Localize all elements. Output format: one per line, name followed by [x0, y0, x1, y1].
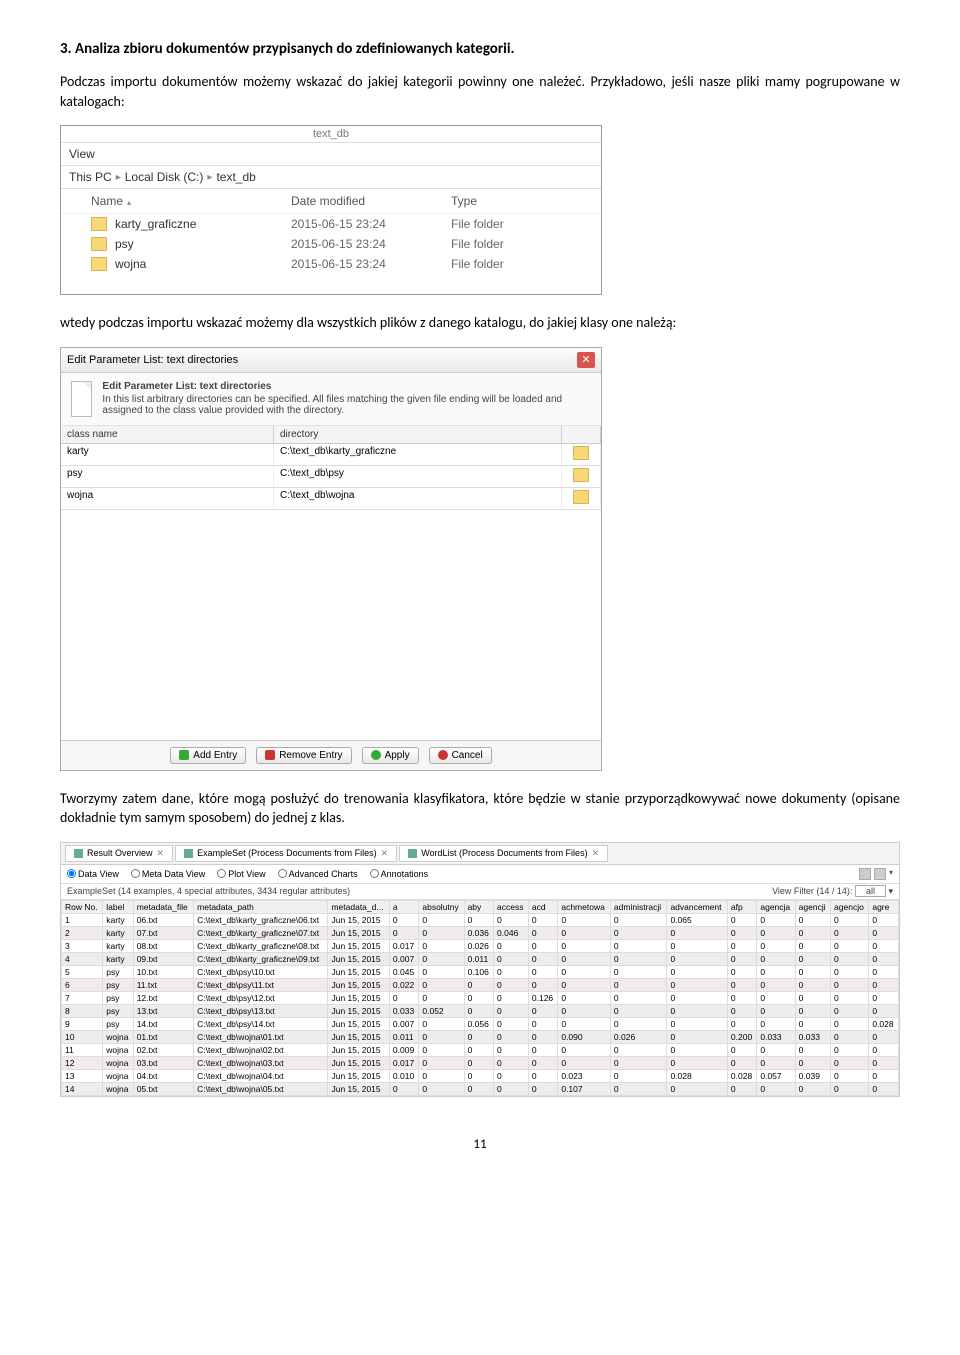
col-date[interactable]: Date modified [291, 194, 451, 208]
result-tabs[interactable]: Result Overview✕ ExampleSet (Process Doc… [61, 843, 899, 865]
view-filter[interactable]: View Filter (14 / 14): all ▾ [772, 886, 893, 897]
col-header[interactable]: agre [869, 900, 899, 913]
section-heading: 3. Analiza zbioru dokumentów przypisanyc… [60, 40, 900, 58]
table-row[interactable]: 8psy13.txtC:\text_db\psy\13.txtJun 15, 2… [62, 1004, 899, 1017]
folder-icon[interactable] [573, 446, 589, 460]
check-icon [371, 750, 381, 760]
toolbar-icon[interactable] [874, 868, 886, 880]
folder-icon[interactable] [573, 490, 589, 504]
col-header[interactable]: access [494, 900, 529, 913]
breadcrumb[interactable]: This PC▸ Local Disk (C:)▸ text_db [61, 166, 601, 189]
crumb[interactable]: This PC [69, 170, 112, 184]
col-header[interactable]: agencji [795, 900, 830, 913]
result-screenshot: Result Overview✕ ExampleSet (Process Doc… [60, 842, 900, 1097]
exampleset-meta: ExampleSet (14 examples, 4 special attri… [67, 886, 350, 897]
table-row[interactable]: 7psy12.txtC:\text_db\psy\12.txtJun 15, 2… [62, 991, 899, 1004]
table-row[interactable]: 4karty09.txtC:\text_db\karty_graficzne\0… [62, 952, 899, 965]
dialog-infotext: Edit Parameter List: text directories In… [102, 381, 591, 417]
table-row[interactable]: 5psy10.txtC:\text_db\psy\10.txtJun 15, 2… [62, 965, 899, 978]
folder-icon[interactable] [573, 468, 589, 482]
param-row[interactable]: psyC:\text_db\psy [61, 466, 601, 488]
col-header[interactable]: acd [528, 900, 557, 913]
table-row[interactable]: 1karty06.txtC:\text_db\karty_graficzne\0… [62, 913, 899, 926]
menu-view[interactable]: View [61, 143, 601, 166]
paragraph-1: Podczas importu dokumentów możemy wskaza… [60, 72, 900, 111]
table-row[interactable]: 12wojna03.txtC:\text_db\wojna\03.txtJun … [62, 1056, 899, 1069]
apply-button[interactable]: Apply [362, 747, 419, 764]
table-row[interactable]: 13wojna04.txtC:\text_db\wojna\04.txtJun … [62, 1069, 899, 1082]
radio-advanced-charts[interactable]: Advanced Charts [278, 869, 358, 879]
col-type[interactable]: Type [451, 194, 551, 208]
table-row[interactable]: 14wojna05.txtC:\text_db\wojna\05.txtJun … [62, 1082, 899, 1095]
paragraph-3: Tworzymy zatem dane, które mogą posłużyć… [60, 789, 900, 828]
col-header[interactable]: metadata_path [194, 900, 328, 913]
col-header[interactable]: a [389, 900, 418, 913]
folder-row[interactable]: psy2015-06-15 23:24File folder [61, 234, 601, 254]
col-header[interactable]: afp [727, 900, 756, 913]
window-title: text_db [61, 126, 601, 143]
col-directory[interactable]: directory [274, 426, 562, 443]
table-row[interactable]: 2karty07.txtC:\text_db\karty_graficzne\0… [62, 926, 899, 939]
close-icon[interactable]: ✕ [577, 352, 595, 368]
tab-wordlist[interactable]: WordList (Process Documents from Files)✕ [399, 845, 608, 862]
param-row[interactable]: kartyC:\text_db\karty_graficzne [61, 444, 601, 466]
column-headers[interactable]: Name Date modified Type [61, 189, 601, 214]
table-row[interactable]: 11wojna02.txtC:\text_db\wojna\02.txtJun … [62, 1043, 899, 1056]
table-row[interactable]: 3karty08.txtC:\text_db\karty_graficzne\0… [62, 939, 899, 952]
table-icon [184, 849, 193, 858]
minus-icon [265, 750, 275, 760]
folder-icon [91, 257, 107, 271]
col-header[interactable]: label [103, 900, 133, 913]
chevron-down-icon[interactable]: ▾ [889, 868, 893, 880]
paragraph-2: wtedy podczas importu wskazać możemy dla… [60, 313, 900, 333]
dialog-title: Edit Parameter List: text directories [67, 354, 238, 366]
result-table: Row No.labelmetadata_filemetadata_pathme… [61, 900, 899, 1096]
x-icon [438, 750, 448, 760]
tab-result-overview[interactable]: Result Overview✕ [65, 845, 173, 862]
radio-plot-view[interactable]: Plot View [217, 869, 265, 879]
plus-icon [179, 750, 189, 760]
cancel-button[interactable]: Cancel [429, 747, 492, 764]
add-entry-button[interactable]: Add Entry [170, 747, 246, 764]
folder-icon [91, 237, 107, 251]
crumb[interactable]: text_db [216, 170, 255, 184]
col-header[interactable]: agencja [757, 900, 795, 913]
folder-row[interactable]: karty_graficzne2015-06-15 23:24File fold… [61, 214, 601, 234]
dialog-screenshot: Edit Parameter List: text directories ✕ … [60, 347, 602, 771]
document-icon [71, 381, 92, 417]
col-class-name[interactable]: class name [61, 426, 274, 443]
radio-meta-data-view[interactable]: Meta Data View [131, 869, 205, 879]
tab-exampleset[interactable]: ExampleSet (Process Documents from Files… [175, 845, 397, 862]
folder-icon [91, 217, 107, 231]
page-number: 11 [60, 1137, 900, 1152]
crumb[interactable]: Local Disk (C:) [125, 170, 204, 184]
table-icon [74, 849, 83, 858]
col-header[interactable]: Row No. [62, 900, 103, 913]
col-header[interactable]: absolutny [419, 900, 464, 913]
col-header[interactable]: metadata_file [133, 900, 193, 913]
table-row[interactable]: 6psy11.txtC:\text_db\psy\11.txtJun 15, 2… [62, 978, 899, 991]
col-header[interactable]: advancement [667, 900, 727, 913]
col-header[interactable]: aby [464, 900, 493, 913]
col-header[interactable]: achmetowa [558, 900, 611, 913]
explorer-screenshot: text_db View This PC▸ Local Disk (C:)▸ t… [60, 125, 602, 295]
remove-entry-button[interactable]: Remove Entry [256, 747, 351, 764]
table-icon [408, 849, 417, 858]
table-row[interactable]: 9psy14.txtC:\text_db\psy\14.txtJun 15, 2… [62, 1017, 899, 1030]
table-row[interactable]: 10wojna01.txtC:\text_db\wojna\01.txtJun … [62, 1030, 899, 1043]
folder-row[interactable]: wojna2015-06-15 23:24File folder [61, 254, 601, 274]
param-row[interactable]: wojnaC:\text_db\wojna [61, 488, 601, 510]
radio-annotations[interactable]: Annotations [370, 869, 429, 879]
toolbar-icon[interactable] [859, 868, 871, 880]
col-name[interactable]: Name [91, 194, 291, 208]
col-header[interactable]: metadata_d... [328, 900, 389, 913]
radio-data-view[interactable]: Data View [67, 869, 119, 879]
col-header[interactable]: administracji [610, 900, 667, 913]
col-header[interactable]: agencjo [831, 900, 869, 913]
